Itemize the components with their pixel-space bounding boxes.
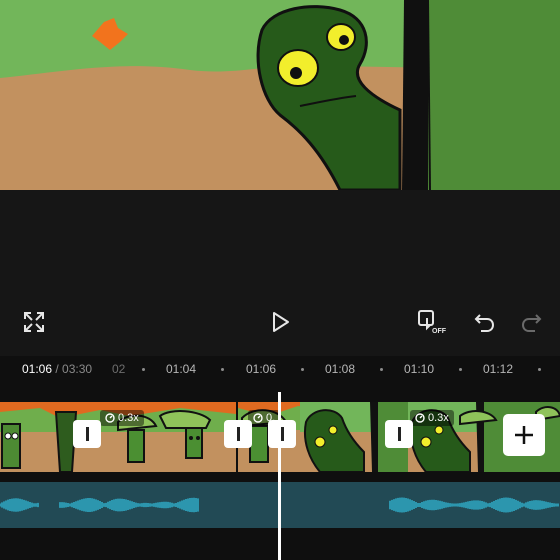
transition-icon bbox=[85, 427, 89, 441]
transition-button[interactable] bbox=[73, 420, 101, 448]
clip-speed-badge: 0.3x bbox=[100, 410, 144, 426]
transition-button[interactable] bbox=[268, 420, 296, 448]
ruler-dot bbox=[221, 368, 224, 371]
add-icon bbox=[515, 426, 533, 444]
keyframe-button[interactable]: OFF bbox=[414, 306, 450, 338]
clip-speed-badge: 0.3x bbox=[410, 410, 454, 426]
play-button[interactable] bbox=[264, 306, 296, 338]
play-icon bbox=[273, 312, 289, 332]
ruler-tick-label: 02 bbox=[112, 362, 126, 376]
fullscreen-icon bbox=[24, 312, 44, 332]
clip-speed-label: 0.3x bbox=[428, 412, 449, 424]
undo-button[interactable] bbox=[468, 306, 500, 338]
preview-frame-image bbox=[0, 0, 560, 190]
ruler-tick-label: 01:04 bbox=[166, 362, 197, 376]
ruler-tick-label: 01:10 bbox=[404, 362, 435, 376]
add-clip-button[interactable] bbox=[503, 414, 545, 456]
time-separator: / bbox=[52, 362, 63, 376]
redo-icon bbox=[521, 314, 542, 332]
speed-icon bbox=[415, 413, 425, 423]
player-toolbar: OFF bbox=[0, 300, 560, 344]
transition-icon bbox=[236, 427, 240, 441]
keyframe-off-label: OFF bbox=[432, 328, 446, 335]
ruler-dot bbox=[380, 368, 383, 371]
ruler-tick-label: 01:06 bbox=[246, 362, 277, 376]
transition-button[interactable] bbox=[385, 420, 413, 448]
transition-button[interactable] bbox=[224, 420, 252, 448]
clip-speed-label: 0.3x bbox=[118, 412, 139, 424]
current-time: 01:06 bbox=[22, 362, 53, 376]
redo-button[interactable] bbox=[516, 306, 548, 338]
video-clip[interactable]: 0.3x bbox=[0, 402, 236, 472]
fullscreen-button[interactable] bbox=[18, 306, 50, 338]
ruler-tick-label: 01:08 bbox=[325, 362, 356, 376]
video-preview[interactable] bbox=[0, 0, 560, 190]
speed-icon bbox=[105, 413, 115, 423]
ruler-tick-label: 01:12 bbox=[483, 362, 514, 376]
time-ruler[interactable]: 01:06 / 03:30 02 01:04 01:06 01:08 01:10… bbox=[0, 356, 560, 382]
undo-icon bbox=[474, 314, 495, 332]
ruler-dot bbox=[301, 368, 304, 371]
total-duration: 03:30 bbox=[62, 362, 93, 376]
ruler-dot bbox=[538, 368, 541, 371]
ruler-dot bbox=[142, 368, 145, 371]
transition-icon bbox=[397, 427, 401, 441]
ruler-dot bbox=[459, 368, 462, 371]
playhead[interactable] bbox=[278, 392, 281, 560]
speed-icon bbox=[253, 413, 263, 423]
